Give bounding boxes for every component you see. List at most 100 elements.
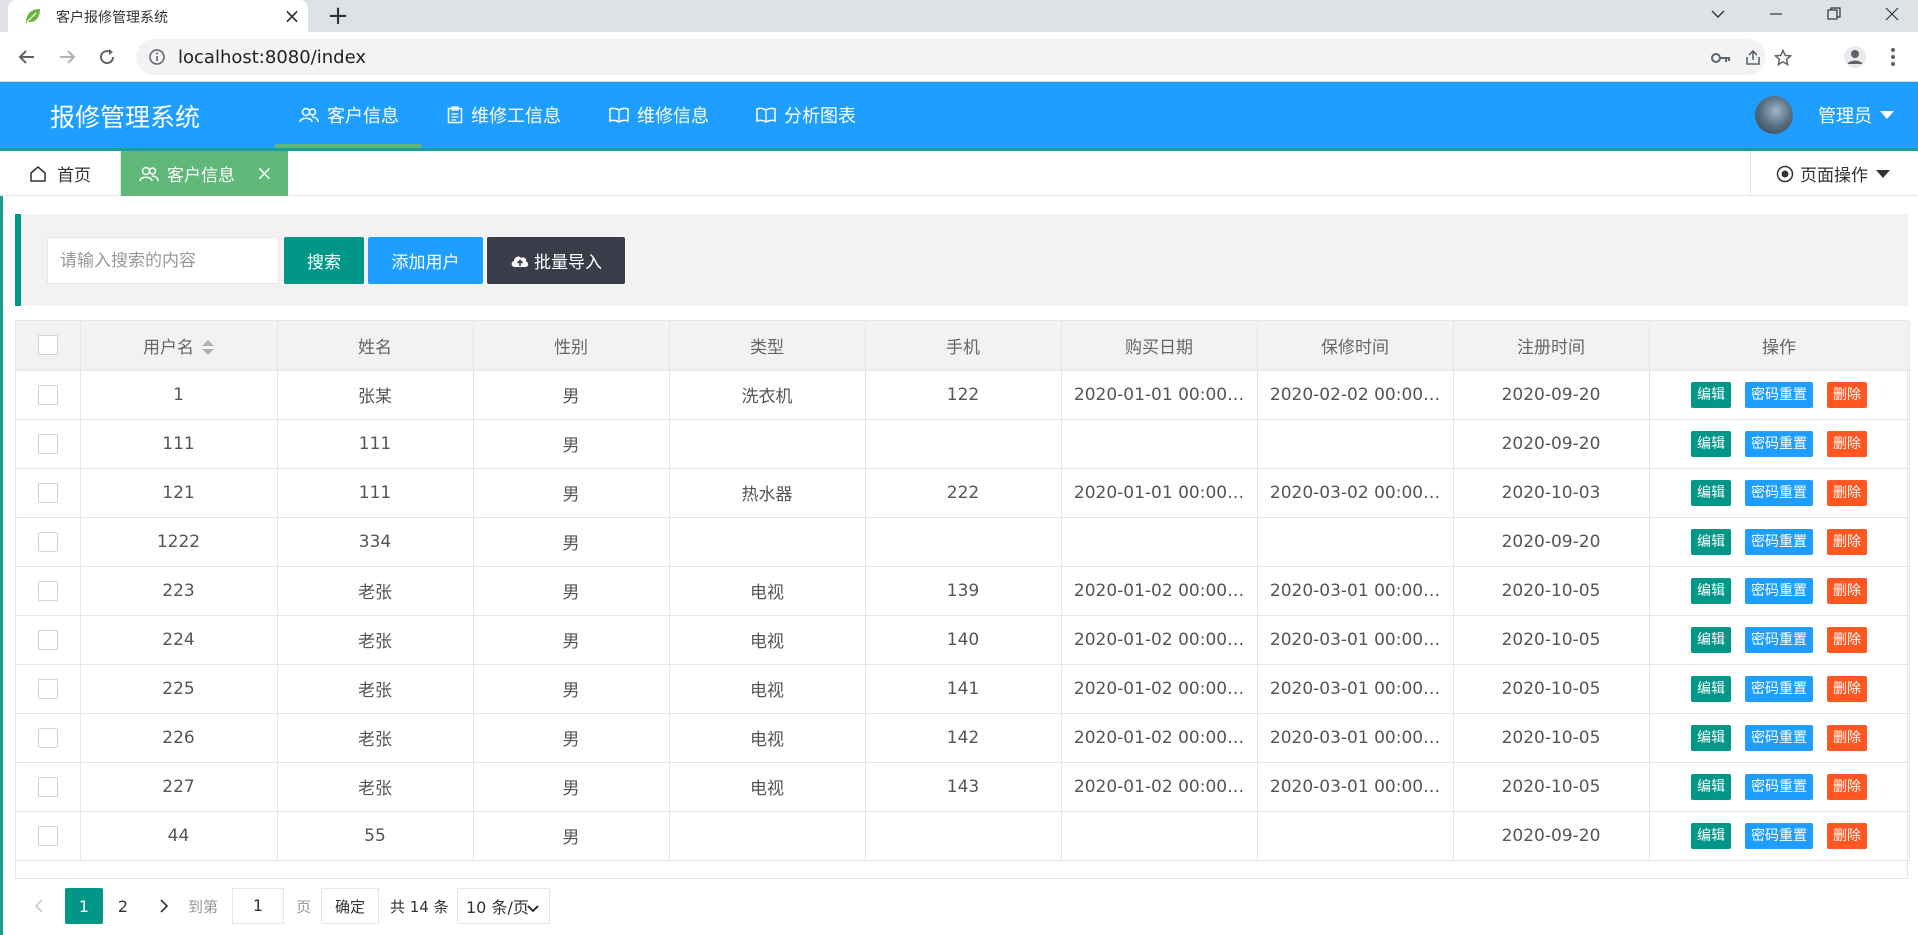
edit-button[interactable]: 编辑 [1691,479,1731,506]
edit-button[interactable]: 编辑 [1691,724,1731,751]
batch-import-button[interactable]: 批量导入 [487,237,625,284]
select-all-cell[interactable] [16,321,81,371]
reset-password-button[interactable]: 密码重置 [1745,773,1813,800]
search-input[interactable] [47,237,279,284]
row-select-cell[interactable] [16,419,81,469]
goto-page-input[interactable]: 1 [232,888,284,924]
column-username[interactable]: 用户名 [80,321,278,371]
delete-button[interactable]: 删除 [1827,577,1867,604]
confirm-goto-button[interactable]: 确定 [321,888,379,924]
row-select-cell[interactable] [16,713,81,763]
row-checkbox[interactable] [37,433,58,454]
row-select-cell[interactable] [16,811,81,861]
delete-button[interactable]: 删除 [1827,724,1867,751]
search-button[interactable]: 搜索 [284,237,364,284]
edit-button[interactable]: 编辑 [1691,675,1731,702]
reset-password-button[interactable]: 密码重置 [1745,479,1813,506]
reset-password-button[interactable]: 密码重置 [1745,822,1813,849]
delete-button[interactable]: 删除 [1827,430,1867,457]
row-checkbox[interactable] [37,580,58,601]
caret-down-icon[interactable] [1880,111,1894,119]
row-checkbox[interactable] [37,825,58,846]
row-select-cell[interactable] [16,468,81,518]
row-checkbox[interactable] [37,482,58,503]
delete-button[interactable]: 删除 [1827,528,1867,555]
reset-password-button[interactable]: 密码重置 [1745,528,1813,555]
edit-button[interactable]: 编辑 [1691,626,1731,653]
row-checkbox[interactable] [37,384,58,405]
page-size-select[interactable]: 10 条/页 [457,888,550,924]
nav-item-charts[interactable]: 分析图表 [756,82,856,148]
close-icon[interactable]: × [280,4,304,28]
edit-button[interactable]: 编辑 [1691,577,1731,604]
tab-customers[interactable]: 客户信息 × [121,151,288,196]
page-1-button[interactable]: 1 [65,888,103,924]
row-select-cell[interactable] [16,370,81,420]
browser-tab[interactable]: 客户报修管理系统 × [8,0,308,32]
reset-password-button[interactable]: 密码重置 [1745,626,1813,653]
column-type: 类型 [669,321,866,371]
row-select-cell[interactable] [16,517,81,567]
page-operations-button[interactable]: 页面操作 [1750,151,1918,196]
reset-password-button[interactable]: 密码重置 [1745,675,1813,702]
kebab-menu-icon[interactable] [1880,44,1906,70]
new-tab-button[interactable]: + [324,2,352,30]
row-checkbox[interactable] [37,727,58,748]
address-bar[interactable]: localhost:8080/index [136,39,1792,75]
url-text[interactable]: localhost:8080/index [178,47,366,68]
row-select-cell[interactable] [16,664,81,714]
row-select-cell[interactable] [16,615,81,665]
window-close-icon[interactable] [1868,0,1916,28]
delete-button[interactable]: 删除 [1827,675,1867,702]
avatar[interactable] [1755,96,1793,134]
cell-purchase-date: 2020-01-01 00:00… [1061,370,1258,420]
browser-toolbar: localhost:8080/index [0,32,1918,82]
delete-button[interactable]: 删除 [1827,381,1867,408]
row-checkbox[interactable] [37,531,58,552]
nav-item-customers[interactable]: 客户信息 [299,82,399,148]
restore-icon[interactable] [1810,0,1858,28]
edit-button[interactable]: 编辑 [1691,430,1731,457]
edit-button[interactable]: 编辑 [1691,773,1731,800]
row-checkbox[interactable] [37,776,58,797]
next-page-button[interactable] [150,888,178,924]
delete-button[interactable]: 删除 [1827,479,1867,506]
profile-icon[interactable] [1842,44,1868,70]
chevron-down-icon[interactable] [1694,0,1742,28]
edit-button[interactable]: 编辑 [1691,822,1731,849]
delete-button[interactable]: 删除 [1827,822,1867,849]
reset-password-button[interactable]: 密码重置 [1745,724,1813,751]
add-user-button[interactable]: 添加用户 [368,237,483,284]
delete-button[interactable]: 删除 [1827,773,1867,800]
user-menu[interactable]: 管理员 [1818,102,1872,128]
share-icon[interactable] [1742,47,1764,69]
back-arrow-icon[interactable] [12,42,42,72]
row-checkbox[interactable] [37,678,58,699]
nav-item-technicians[interactable]: 维修工信息 [447,82,561,148]
reset-password-button[interactable]: 密码重置 [1745,430,1813,457]
nav-item-repairs[interactable]: 维修信息 [609,82,709,148]
delete-button[interactable]: 删除 [1827,626,1867,653]
page-2-button[interactable]: 2 [107,888,139,924]
reset-password-button[interactable]: 密码重置 [1745,577,1813,604]
select-all-checkbox[interactable] [37,335,58,356]
sort-icon[interactable] [202,339,214,356]
key-icon[interactable] [1710,47,1732,69]
star-icon[interactable] [1772,47,1794,69]
edit-button[interactable]: 编辑 [1691,381,1731,408]
forward-arrow-icon[interactable] [52,42,82,72]
close-icon[interactable]: × [256,162,273,184]
reset-password-button[interactable]: 密码重置 [1745,381,1813,408]
edit-button[interactable]: 编辑 [1691,528,1731,555]
reload-icon[interactable] [92,42,122,72]
row-checkbox[interactable] [37,629,58,650]
row-select-cell[interactable] [16,762,81,812]
minimize-icon[interactable] [1752,0,1800,28]
prev-page-button[interactable] [25,888,53,924]
row-select-cell[interactable] [16,566,81,616]
tab-home[interactable]: 首页 [0,151,121,196]
cell-type: 电视 [669,566,866,616]
info-icon[interactable] [148,48,166,66]
table-row: 226 老张男电视 142 2020-01-02 00:00… 2020-03-01 0… [16,713,1910,763]
cell-actions: 编辑 密码重置 删除 [1649,811,1910,861]
